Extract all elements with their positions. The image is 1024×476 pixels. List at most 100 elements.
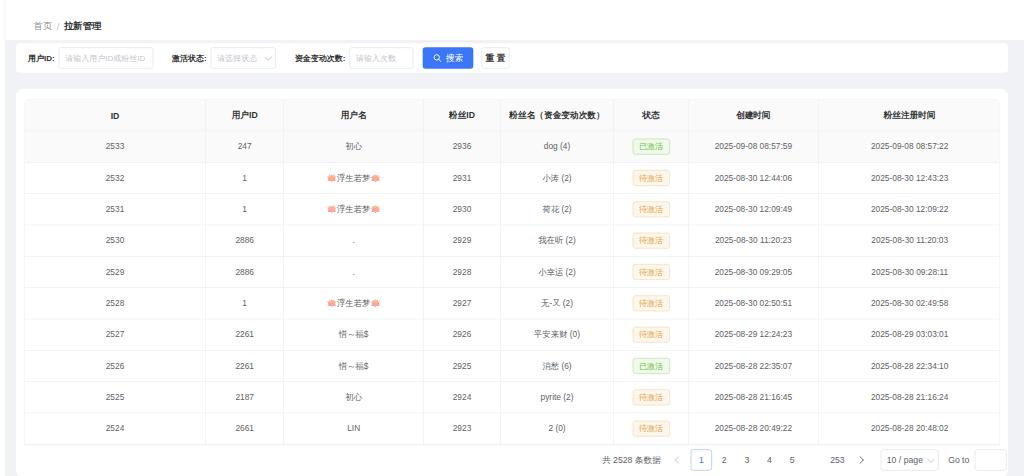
- cell-user-id: 2886: [206, 225, 284, 256]
- table-row: 25281🪷浮生若梦🪷2927无-又 (2)待激活2025-08-30 02:5…: [25, 288, 1000, 319]
- cell-created: 2025-08-30 11:20:23: [689, 225, 819, 256]
- cell-created: 2025-08-30 12:09:49: [689, 194, 819, 225]
- column-header: 粉丝注册时间: [819, 100, 1000, 131]
- status-label: 激活状态:: [172, 52, 207, 63]
- cell-user-id: 2886: [206, 257, 284, 288]
- cell-fan-name: 平安来财 (0): [501, 319, 614, 350]
- table-wrapper: ID用户ID用户名粉丝ID粉丝名（资金变动次数）状态创建时间粉丝注册时间 253…: [24, 99, 1000, 445]
- page-button-5[interactable]: 5: [781, 449, 802, 470]
- fund-count-input[interactable]: 请输入次数: [349, 47, 413, 68]
- breadcrumb-home[interactable]: 首页: [33, 21, 52, 33]
- prev-page-button[interactable]: [668, 449, 689, 470]
- search-icon: [433, 53, 442, 62]
- ellipsis-placeholder: [804, 449, 825, 470]
- cell-created: 2025-08-28 21:16:45: [689, 382, 819, 413]
- cell-id: 2527: [25, 319, 206, 350]
- column-header: 创建时间: [689, 100, 819, 131]
- cell-status: 待激活: [614, 225, 689, 256]
- table-row: 25272261惜～福$2926平安来财 (0) 待激活 2025-08-29 12…: [25, 319, 1000, 350]
- breadcrumb-current: 拉新管理: [64, 21, 101, 33]
- cell-fan-id: 2923: [424, 413, 501, 444]
- cell-user-name: 惜～福$: [284, 319, 424, 350]
- goto-page-input[interactable]: [975, 449, 1007, 470]
- cell-registered: 2025-09-08 08:57:22: [819, 131, 1000, 162]
- cell-user-id: 247: [206, 131, 284, 162]
- status-badge: 待激活: [632, 201, 669, 217]
- cell-created: 2025-08-30 02:50:51: [689, 288, 819, 319]
- page-button-last[interactable]: 253: [827, 449, 848, 470]
- cell-status: 待激活: [614, 382, 689, 413]
- cell-user-name: 🪷浮生若梦🪷: [284, 163, 424, 194]
- cell-registered: 2025-08-30 12:09:22: [819, 194, 1000, 225]
- cell-created: 2025-08-29 12:24:23: [689, 319, 819, 350]
- reset-button-label: 重 置: [485, 52, 505, 64]
- user-id-placeholder: 请输入用户ID或粉丝ID: [65, 52, 145, 63]
- cell-user-id: 2261: [206, 319, 284, 350]
- cell-fan-name: 2 (0): [501, 413, 614, 444]
- cell-user-id: 2187: [206, 382, 284, 413]
- page-button-2[interactable]: 2: [713, 449, 734, 470]
- page-button-4[interactable]: 4: [759, 449, 780, 470]
- cell-id: 2526: [25, 351, 206, 382]
- pagination: 共 2528 条数据 12345 253 10 / page Go to: [24, 449, 1007, 470]
- status-badge: 待激活: [632, 327, 669, 343]
- cell-fan-name: dog (4): [501, 131, 614, 162]
- app-root: 首页 / 拉新管理 用户ID: 请输入用户ID或粉丝ID 激活状态: 请选择状态…: [0, 0, 1024, 476]
- chevron-down-icon: [265, 53, 273, 61]
- page-button-3[interactable]: 3: [736, 449, 757, 470]
- cell-status: 已激活: [614, 351, 689, 382]
- table-row: 25262261惜～福$2925消愁 (6)已激活2025-08-28 22:3…: [25, 351, 1000, 382]
- table-header-row: ID用户ID用户名粉丝ID粉丝名（资金变动次数）状态创建时间粉丝注册时间: [25, 100, 1000, 131]
- reset-button[interactable]: 重 置: [481, 47, 509, 68]
- column-header: ID: [25, 100, 206, 131]
- collapsed-sidebar: [0, 0, 5, 476]
- chevron-down-icon: [927, 455, 935, 463]
- user-id-input[interactable]: 请输入用户ID或粉丝ID: [59, 47, 154, 68]
- table-row: 25292886.2928小幸运 (2)待激活2025-08-30 09:29:…: [25, 257, 1000, 288]
- cell-user-id: 2261: [206, 351, 284, 382]
- cell-fan-id: 2931: [424, 163, 501, 194]
- cell-created: 2025-08-28 20:49:22: [689, 413, 819, 444]
- status-badge: 已激活: [632, 358, 669, 374]
- cell-status: 待激活: [614, 319, 689, 350]
- cell-id: 2533: [25, 131, 206, 162]
- status-badge: 待激活: [632, 421, 669, 437]
- cell-registered: 2025-08-30 11:20:03: [819, 225, 1000, 256]
- search-button-label: 搜索: [446, 52, 463, 64]
- search-button[interactable]: 搜索: [423, 47, 474, 68]
- filter-bar: 用户ID: 请输入用户ID或粉丝ID 激活状态: 请选择状态 资金变动次数: 请…: [16, 43, 1008, 72]
- cell-id: 2532: [25, 163, 206, 194]
- cell-id: 2528: [25, 288, 206, 319]
- cell-user-name: LIN: [284, 413, 424, 444]
- cell-fan-name: 荷花 (2): [501, 194, 614, 225]
- status-select[interactable]: 请选择状态: [211, 47, 276, 68]
- cell-registered: 2025-08-29 03:03:01: [819, 319, 1000, 350]
- cell-fan-name: 小涛 (2): [501, 163, 614, 194]
- status-badge: 待激活: [632, 389, 669, 405]
- cell-user-name: .: [284, 225, 424, 256]
- cell-fan-name: 无-又 (2): [501, 288, 614, 319]
- cell-id: 2531: [25, 194, 206, 225]
- cell-id: 2530: [25, 225, 206, 256]
- cell-user-name: 🪷浮生若梦🪷: [284, 194, 424, 225]
- page-size-value: 10 / page: [887, 455, 923, 465]
- cell-user-name: .: [284, 257, 424, 288]
- next-page-button[interactable]: [849, 449, 870, 470]
- cell-id: 2525: [25, 382, 206, 413]
- table-row: 2533247初心2936dog (4)已激活2025-09-08 08:57:…: [25, 131, 1000, 162]
- cell-fan-id: 2926: [424, 319, 501, 350]
- user-id-label: 用户ID:: [28, 52, 55, 63]
- chevron-right-icon: [856, 456, 864, 464]
- cell-user-name: 惜～福$: [284, 351, 424, 382]
- cell-fan-name: 消愁 (6): [501, 351, 614, 382]
- page-size-select[interactable]: 10 / page: [881, 449, 939, 470]
- cell-fan-id: 2930: [424, 194, 501, 225]
- cell-fan-name: 我在听 (2): [501, 225, 614, 256]
- page-button-1[interactable]: 1: [691, 449, 712, 470]
- cell-status: 待激活: [614, 194, 689, 225]
- table-row: 25252187初心2924pyrite (2)待激活2025-08-28 21…: [25, 382, 1000, 413]
- breadcrumb-separator: /: [57, 21, 60, 32]
- cell-registered: 2025-08-28 21:16:24: [819, 382, 1000, 413]
- pagination-total: 共 2528 条数据: [602, 454, 661, 466]
- status-badge: 待激活: [632, 170, 669, 186]
